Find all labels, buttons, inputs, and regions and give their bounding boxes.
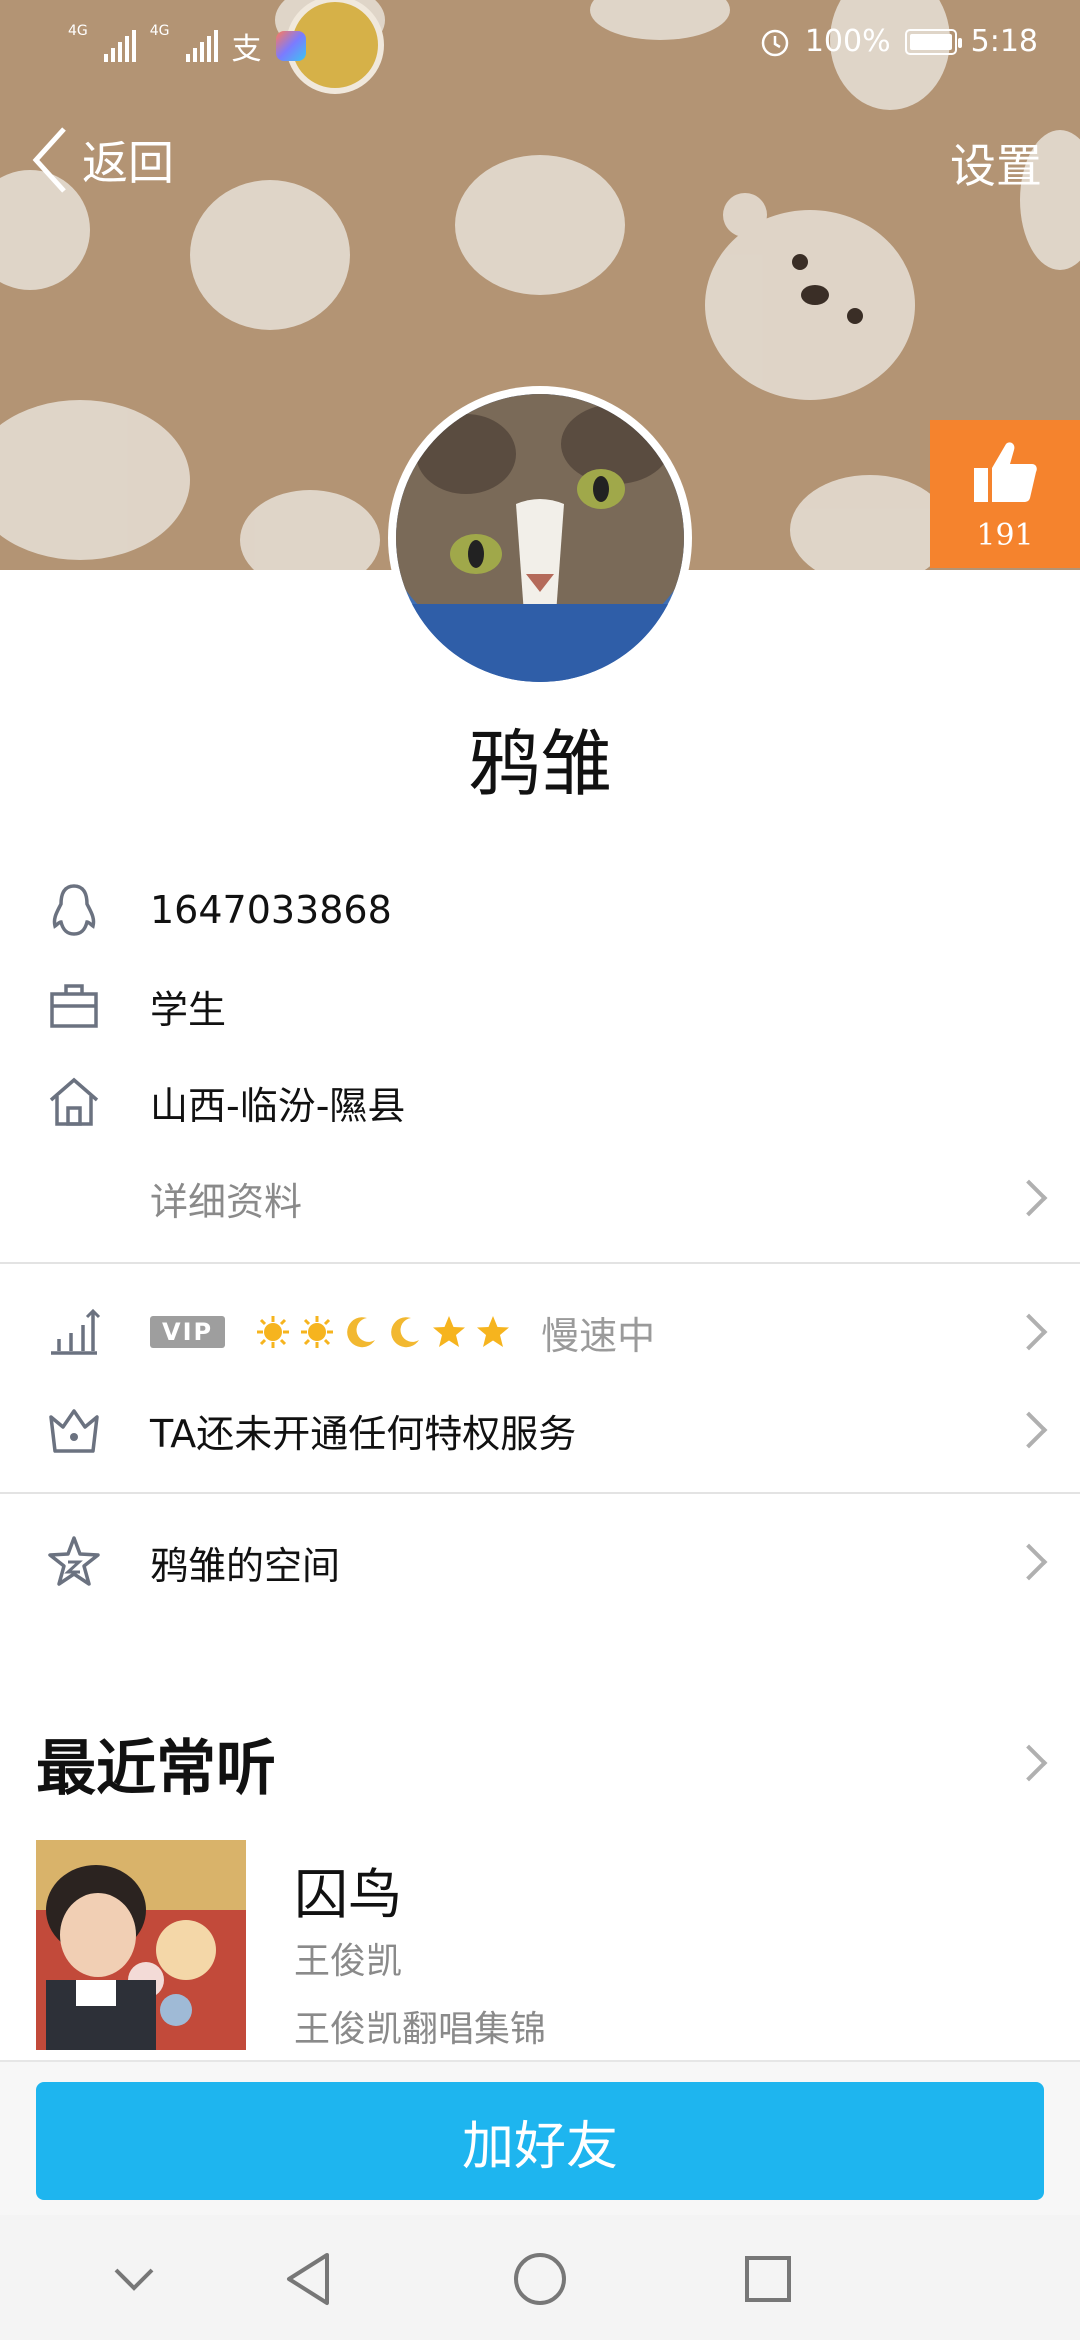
crown-icon xyxy=(46,1402,102,1458)
avatar[interactable] xyxy=(388,386,692,690)
like-count: 191 xyxy=(976,518,1034,553)
hometown-row: 山西-临汾-隰县 xyxy=(0,1072,1080,1132)
clock: 5:18 xyxy=(970,24,1038,59)
square-recents-icon xyxy=(745,2256,791,2302)
privilege-text: TA还未开通任何特权服务 xyxy=(150,1411,577,1456)
battery-icon xyxy=(904,28,962,55)
chevron-right-icon xyxy=(1010,1543,1048,1581)
space-label: 鸦雏的空间 xyxy=(150,1543,341,1588)
triangle-back-icon xyxy=(287,2253,329,2305)
back-label: 返回 xyxy=(82,136,174,190)
nav-back-button[interactable] xyxy=(276,2247,340,2311)
system-navigation-bar xyxy=(0,2215,1080,2340)
qq-number-row: 1647033868 xyxy=(0,880,1080,940)
divider xyxy=(0,1262,1080,1264)
growth-chart-icon xyxy=(46,1304,102,1360)
recent-more-chevron-icon[interactable] xyxy=(1010,1744,1048,1782)
chevron-right-icon xyxy=(1010,1411,1048,1449)
nav-recents-button[interactable] xyxy=(736,2247,800,2311)
bottom-action-bar: 加好友 xyxy=(0,2060,1080,2217)
moon-icon xyxy=(347,1317,376,1348)
nickname: 鸦雏 xyxy=(467,722,612,806)
speed-status: 慢速中 xyxy=(541,1313,656,1358)
app-notification-icon xyxy=(275,31,306,61)
song-item[interactable]: 囚鸟 王俊凯 王俊凯翻唱集锦 xyxy=(36,1840,1046,2050)
nav-collapse-button[interactable] xyxy=(102,2247,166,2311)
space-row[interactable]: 鸦雏的空间 xyxy=(0,1530,1080,1594)
sun-icon xyxy=(257,1316,290,1348)
level-icons xyxy=(255,1314,511,1350)
add-friend-button[interactable]: 加好友 xyxy=(36,2082,1044,2200)
network-type-2: 4G xyxy=(149,23,170,39)
star-outline-icon xyxy=(46,1534,102,1590)
privilege-row[interactable]: TA还未开通任何特权服务 xyxy=(0,1398,1080,1462)
thumbs-up-icon xyxy=(974,442,1037,502)
moon-icon xyxy=(391,1317,420,1348)
status-bar: 4G 4G 支 100% 5:18 xyxy=(0,0,1080,90)
battery-percent: 100% xyxy=(804,24,891,59)
signal-icon xyxy=(103,30,136,62)
level-row[interactable]: VIP 慢速中 xyxy=(0,1300,1080,1364)
vip-badge: VIP xyxy=(150,1316,226,1348)
details-link: 详细资料 xyxy=(150,1179,303,1224)
avatar-photo xyxy=(396,394,684,682)
back-button[interactable]: 返回 xyxy=(30,125,174,195)
chevron-right-icon xyxy=(1010,1179,1048,1217)
qq-number: 1647033868 xyxy=(150,888,392,932)
star-icon xyxy=(433,1316,466,1347)
chevron-left-icon xyxy=(32,127,66,193)
chevron-down-icon xyxy=(114,2268,154,2291)
alarm-icon xyxy=(761,29,789,56)
penguin-icon xyxy=(46,882,102,938)
star-icon xyxy=(477,1316,510,1347)
details-row[interactable]: 详细资料 xyxy=(0,1168,1080,1228)
circle-home-icon xyxy=(514,2253,566,2305)
settings-button[interactable]: 设置 xyxy=(950,130,1042,196)
sun-icon xyxy=(301,1316,334,1348)
occupation-row: 学生 xyxy=(0,976,1080,1036)
song-name: 囚鸟 xyxy=(294,1863,402,1926)
album-cover xyxy=(36,1840,246,2050)
hometown: 山西-临汾-隰县 xyxy=(150,1083,406,1128)
divider xyxy=(0,1492,1080,1494)
chevron-right-icon xyxy=(1010,1313,1048,1351)
occupation: 学生 xyxy=(150,987,227,1032)
signal-icon xyxy=(185,30,218,62)
nav-home-button[interactable] xyxy=(508,2247,572,2311)
song-album: 王俊凯翻唱集锦 xyxy=(294,2009,547,2050)
song-artist: 王俊凯 xyxy=(294,1941,403,1982)
network-type-1: 4G xyxy=(68,23,88,39)
like-button[interactable]: 191 xyxy=(930,420,1080,568)
briefcase-icon xyxy=(46,978,102,1034)
alipay-icon: 支 xyxy=(231,32,262,67)
recent-listening-title: 最近常听 xyxy=(36,1734,276,1804)
home-icon xyxy=(46,1074,102,1130)
